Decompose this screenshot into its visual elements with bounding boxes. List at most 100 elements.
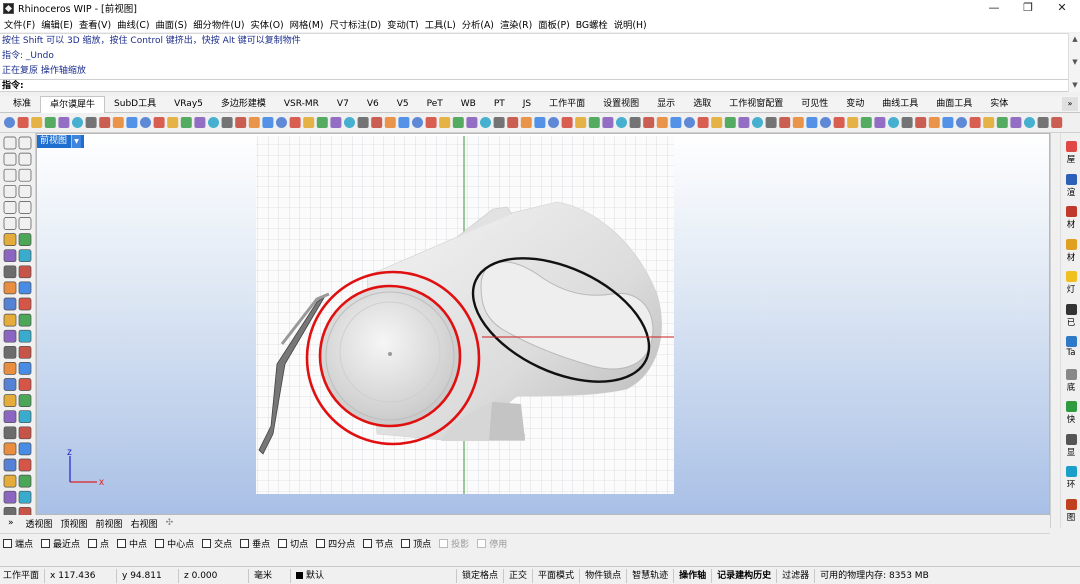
toolbar-tool-icon[interactable] [466, 117, 478, 128]
toolbar-tool-icon[interactable] [915, 117, 927, 128]
toolbar-tab[interactable]: VSR-MR [275, 96, 328, 113]
left-tool-icon[interactable] [3, 136, 17, 150]
status-toggle[interactable]: 智慧轨迹 [627, 568, 675, 583]
osnap-option[interactable]: 端点 [3, 537, 33, 550]
left-tool-icon[interactable] [18, 152, 32, 166]
toolbar-tool-icon[interactable] [194, 117, 206, 128]
left-tool-icon[interactable] [18, 458, 32, 472]
status-toggle[interactable]: 操作轴 [674, 568, 713, 583]
left-tool-icon[interactable] [3, 297, 17, 311]
left-tool-icon[interactable] [18, 201, 32, 214]
toolbar-tab[interactable]: 曲面工具 [927, 96, 981, 113]
left-tool-icon[interactable] [18, 474, 32, 488]
front-viewport[interactable]: x z 前视图 ▼ [36, 133, 1050, 515]
toolbar-tool-icon[interactable] [126, 117, 138, 128]
toolbar-tool-icon[interactable] [711, 117, 723, 128]
toolbar-tool-icon[interactable] [140, 117, 151, 128]
osnap-checkbox[interactable] [202, 539, 212, 548]
toolbar-tool-icon[interactable] [548, 117, 559, 128]
left-tool-icon[interactable] [18, 233, 32, 246]
toolbar-tool-icon[interactable] [262, 117, 274, 128]
toolbar-tool-icon[interactable] [1024, 117, 1035, 128]
toolbar-tool-icon[interactable] [44, 117, 56, 128]
left-tool-icon[interactable] [3, 442, 17, 456]
toolbar-tool-icon[interactable] [724, 117, 736, 128]
osnap-option[interactable]: 最近点 [41, 537, 80, 550]
left-tool-icon[interactable] [3, 184, 17, 198]
toolbar-tool-icon[interactable] [303, 117, 315, 128]
left-tool-icon[interactable] [3, 217, 17, 230]
toolbar-tab[interactable]: PT [485, 96, 514, 113]
scroll-down-icon[interactable]: ▼ [1069, 57, 1080, 67]
toolbar-tool-icon[interactable] [425, 117, 437, 128]
left-tool-icon[interactable] [18, 362, 32, 375]
toolbar-tool-icon[interactable] [208, 117, 219, 128]
toolbar-tool-icon[interactable] [85, 117, 97, 128]
toolbar-tool-icon[interactable] [452, 117, 464, 128]
toolbar-tab[interactable]: 多边形建模 [212, 96, 275, 113]
left-tool-icon[interactable] [3, 362, 17, 375]
toolbar-tab[interactable]: PeT [418, 96, 452, 113]
panel-tab[interactable]: 图 [1063, 498, 1079, 523]
osnap-option[interactable]: 点 [88, 537, 109, 550]
status-toggle[interactable]: 物件锁点 [580, 568, 628, 583]
left-tool-icon[interactable] [3, 249, 17, 263]
left-tool-icon[interactable] [18, 281, 32, 295]
left-tool-icon[interactable] [18, 217, 32, 230]
toolbar-tool-icon[interactable] [765, 117, 777, 128]
toolbar-tool-icon[interactable] [398, 117, 410, 128]
left-tool-icon[interactable] [18, 168, 32, 182]
toolbar-tab[interactable]: 变动 [837, 96, 873, 113]
panel-tab[interactable]: 渲 [1063, 173, 1079, 198]
panel-tab[interactable]: 显 [1063, 433, 1079, 458]
left-tool-icon[interactable] [3, 474, 17, 488]
toolbar-tab[interactable]: SubD工具 [105, 96, 165, 113]
panel-tab[interactable]: 环 [1063, 466, 1079, 490]
status-toggle[interactable]: 记录建构历史 [712, 568, 778, 583]
viewport-tab[interactable]: 右视图 [127, 517, 162, 530]
scroll-up-icon[interactable]: ▲ [1069, 34, 1080, 44]
toolbar-tool-icon[interactable] [17, 117, 29, 128]
toolbar-tool-icon[interactable] [697, 117, 709, 128]
toolbar-tab[interactable]: 选取 [684, 96, 720, 113]
left-tool-icon[interactable] [3, 458, 17, 472]
toolbar-tool-icon[interactable] [643, 117, 655, 128]
osnap-option[interactable]: 垂点 [240, 537, 270, 550]
left-tool-icon[interactable] [3, 329, 17, 343]
toolbar-tool-icon[interactable] [901, 117, 913, 128]
toolbar-tab[interactable]: VRay5 [165, 96, 212, 113]
panel-tab[interactable]: 灯 [1063, 271, 1079, 295]
osnap-option[interactable]: 四分点 [316, 537, 355, 550]
toolbar-tab[interactable]: 卓尔谟犀牛 [40, 96, 106, 113]
toolbar-tool-icon[interactable] [575, 117, 587, 128]
left-tool-icon[interactable] [18, 378, 32, 391]
toolbar-tool-icon[interactable] [602, 117, 614, 128]
menu-item[interactable]: 网格(M) [290, 17, 324, 31]
toolbar-tool-icon[interactable] [480, 117, 491, 128]
osnap-option[interactable]: 中心点 [155, 537, 194, 550]
toolbar-tool-icon[interactable] [412, 117, 423, 128]
toolbar-tool-icon[interactable] [1037, 117, 1049, 128]
toolbar-tool-icon[interactable] [235, 117, 247, 128]
osnap-checkbox[interactable] [439, 539, 449, 548]
left-tool-icon[interactable] [3, 152, 17, 166]
toolbar-tool-icon[interactable] [384, 117, 396, 128]
osnap-checkbox[interactable] [155, 539, 165, 548]
toolbar-tool-icon[interactable] [1051, 117, 1063, 128]
toolbar-tool-icon[interactable] [684, 117, 695, 128]
toolbar-tool-icon[interactable] [874, 117, 886, 128]
left-tool-icon[interactable] [3, 490, 17, 504]
left-tool-icon[interactable] [18, 426, 32, 440]
toolbar-tool-icon[interactable] [58, 117, 70, 128]
osnap-option[interactable]: 投影 [439, 537, 469, 550]
layer-indicator[interactable]: 默认 [291, 568, 458, 583]
left-tool-icon[interactable] [3, 201, 17, 214]
left-tool-icon[interactable] [3, 233, 17, 246]
left-tool-icon[interactable] [3, 281, 17, 295]
toolbar-tool-icon[interactable] [344, 117, 355, 128]
toolbar-tool-icon[interactable] [72, 117, 83, 128]
toolbar-tab[interactable]: V7 [328, 96, 358, 113]
status-toggle[interactable]: 锁定格点 [457, 568, 505, 583]
minimize-button[interactable]: — [976, 0, 1012, 16]
toolbar-tab[interactable]: 显示 [648, 96, 684, 113]
